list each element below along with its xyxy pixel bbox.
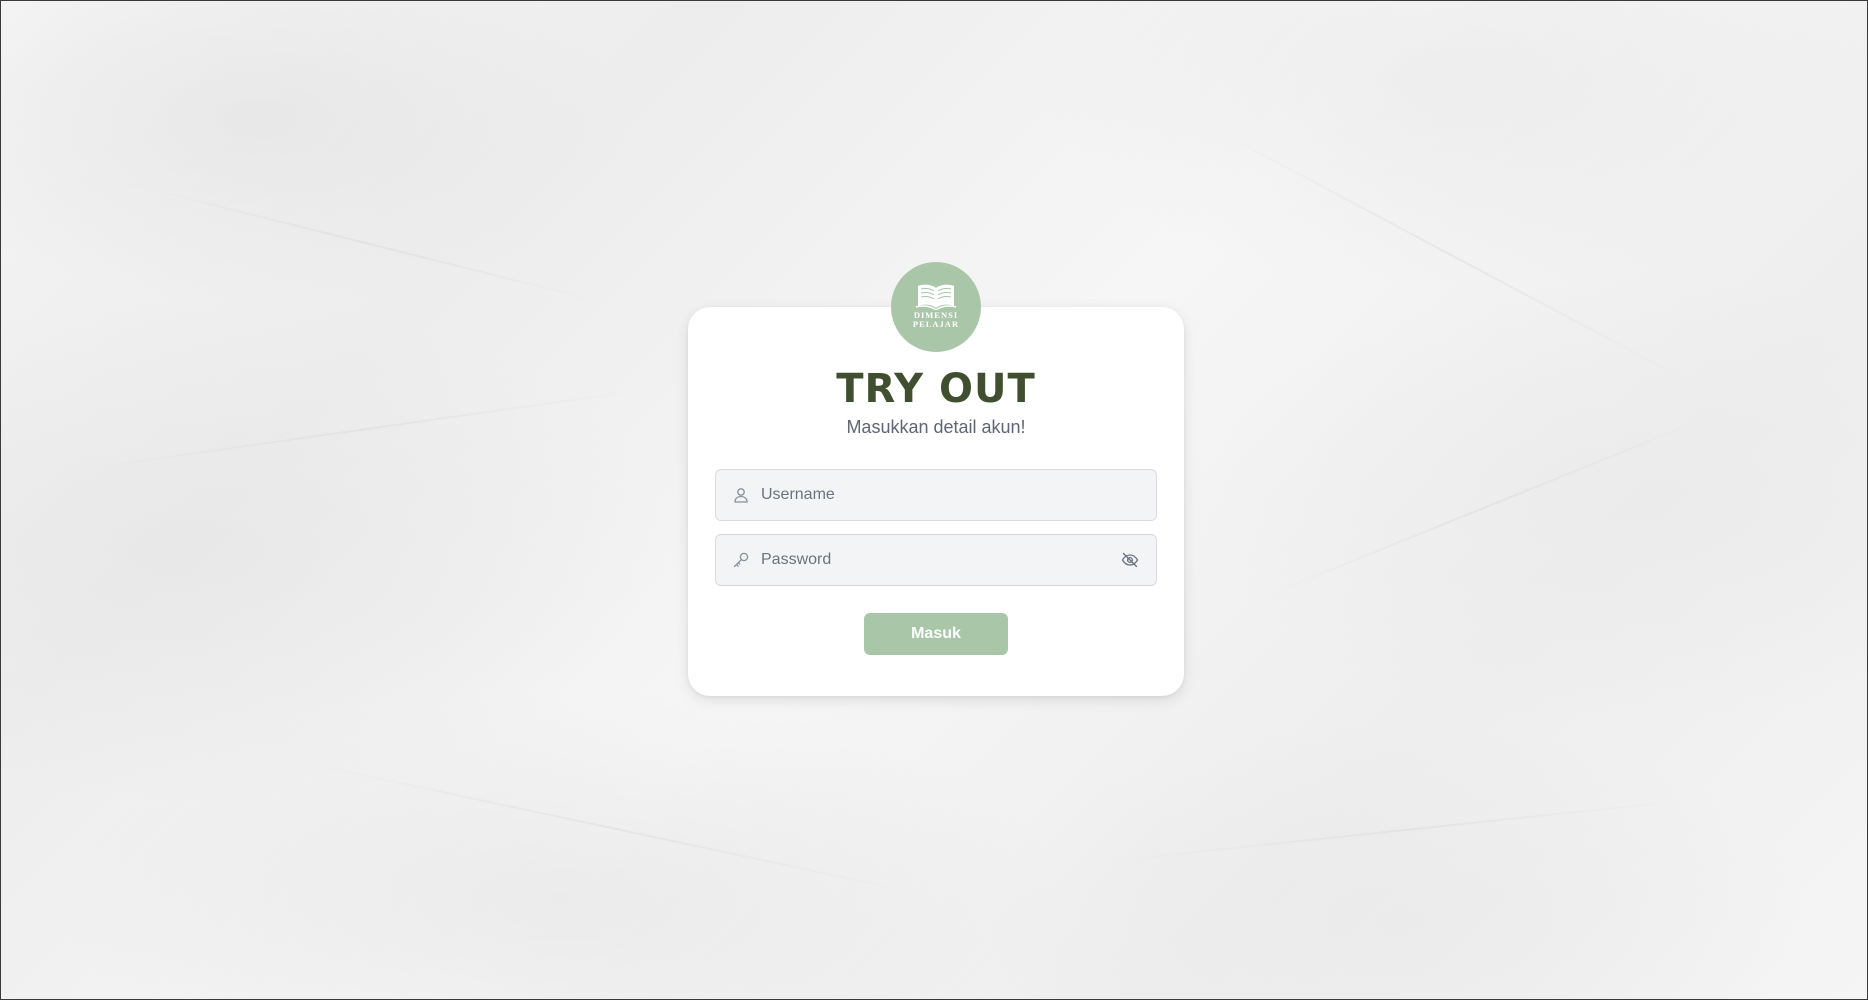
- username-input[interactable]: [761, 470, 1156, 520]
- paper-crease: [60, 387, 656, 473]
- brand-logo: DIMENSI PELAJAR: [891, 262, 981, 352]
- login-button[interactable]: Masuk: [864, 613, 1008, 655]
- eye-off-icon[interactable]: [1120, 550, 1140, 570]
- paper-crease: [1200, 121, 1696, 386]
- paper-crease: [300, 761, 928, 897]
- page-subtitle: Masukkan detail akun!: [846, 417, 1026, 437]
- paper-crease: [1100, 798, 1698, 863]
- password-field[interactable]: [715, 534, 1157, 586]
- page-title: TRY OUT: [836, 366, 1036, 412]
- password-input[interactable]: [761, 535, 1120, 585]
- key-icon: [733, 552, 749, 568]
- paper-crease: [1250, 406, 1734, 603]
- user-icon: [734, 488, 748, 503]
- paper-crease: [120, 181, 626, 309]
- logo-text: DIMENSI PELAJAR: [912, 310, 960, 329]
- open-book-icon: [915, 284, 957, 310]
- username-field[interactable]: [715, 469, 1157, 521]
- logo-text-line2: PELAJAR: [912, 318, 960, 329]
